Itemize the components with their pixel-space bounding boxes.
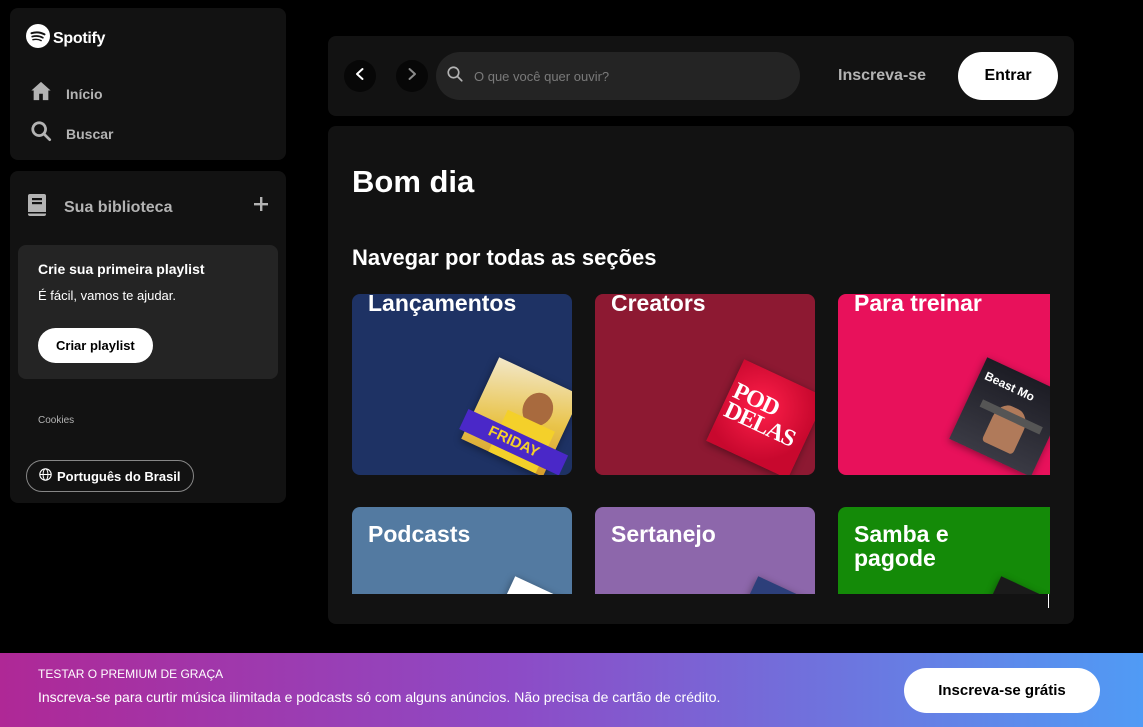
- page-title: Bom dia: [352, 164, 475, 199]
- browse-grid: Lançamentos FRIDAY Creators POD DELAS Pa…: [352, 294, 1050, 594]
- library-icon: [26, 193, 48, 222]
- text-cursor: [1048, 594, 1049, 608]
- tile-podcasts[interactable]: Podcasts: [352, 507, 572, 594]
- tile-sertanejo[interactable]: Sertanejo: [595, 507, 815, 594]
- top-bar: Inscreva-se Entrar: [328, 36, 1074, 116]
- tile-title: Podcasts: [368, 521, 471, 547]
- main-content: Bom dia Navegar por todas as seções Lanç…: [328, 126, 1074, 624]
- signup-free-button[interactable]: Inscreva-se grátis: [904, 668, 1100, 713]
- create-playlist-button[interactable]: Criar playlist: [38, 328, 153, 363]
- language-button[interactable]: Português do Brasil: [26, 460, 194, 492]
- cookies-link[interactable]: Cookies: [38, 415, 74, 426]
- create-playlist-card: Crie sua primeira playlist É fácil, vamo…: [18, 245, 278, 379]
- spotify-wordmark: Spotify: [53, 29, 106, 47]
- create-playlist-plus-icon[interactable]: [250, 193, 272, 215]
- spotify-icon: [26, 24, 50, 53]
- premium-banner[interactable]: TESTAR O PREMIUM DE GRAÇA Inscreva-se pa…: [0, 653, 1143, 727]
- cover-text: POD DELAS: [719, 378, 799, 453]
- search-icon: [446, 65, 464, 88]
- promo-title: Crie sua primeira playlist: [38, 261, 205, 277]
- tile-para-treinar[interactable]: Para treinar Beast Mo: [838, 294, 1050, 475]
- podcast-cover: POD DELAS: [706, 359, 815, 475]
- chevron-right-icon: [405, 67, 419, 86]
- library-label: Sua biblioteca: [64, 198, 173, 216]
- search-bar[interactable]: [436, 52, 800, 100]
- tile-creators[interactable]: Creators POD DELAS: [595, 294, 815, 475]
- chevron-left-icon: [353, 67, 367, 86]
- library-button[interactable]: Sua biblioteca: [26, 193, 172, 222]
- language-label: Português do Brasil: [57, 468, 181, 484]
- tile-title: Creators: [611, 294, 706, 316]
- forward-button[interactable]: [396, 60, 428, 92]
- banner-title: TESTAR O PREMIUM DE GRAÇA: [38, 667, 224, 681]
- promo-subtitle: É fácil, vamos te ajudar.: [38, 288, 177, 303]
- sertanejo-cover: [720, 576, 815, 594]
- search-icon: [30, 120, 52, 147]
- banner-text: Inscreva-se para curtir música ilimitada…: [38, 689, 721, 705]
- tile-samba-e-pagode[interactable]: Samba e pagode: [838, 507, 1050, 594]
- globe-icon: [39, 468, 52, 484]
- podcasts-cover: [477, 576, 572, 594]
- login-button[interactable]: Entrar: [958, 52, 1058, 100]
- spotify-logo[interactable]: Spotify: [26, 24, 105, 53]
- cover-text: Beast Mo: [982, 368, 1037, 405]
- tile-title: Lançamentos: [368, 294, 517, 316]
- back-button[interactable]: [344, 60, 376, 92]
- sidebar-nav-panel: Spotify Início Buscar: [10, 8, 286, 160]
- release-radar-cover: FRIDAY: [459, 357, 572, 475]
- signup-link[interactable]: Inscreva-se: [838, 67, 926, 85]
- nav-home-label: Início: [66, 85, 103, 102]
- tile-lancamentos[interactable]: Lançamentos FRIDAY: [352, 294, 572, 475]
- nav-home[interactable]: Início: [30, 80, 103, 107]
- tile-title: Para treinar: [854, 294, 982, 316]
- sidebar-library-panel: Sua biblioteca Crie sua primeira playlis…: [10, 171, 286, 503]
- section-title: Navegar por todas as seções: [352, 245, 657, 270]
- tile-title: Samba e pagode: [854, 521, 949, 571]
- nav-search-label: Buscar: [66, 125, 114, 142]
- tile-title: Sertanejo: [611, 521, 716, 547]
- samba-cover: [963, 576, 1050, 594]
- search-input[interactable]: [474, 68, 774, 84]
- nav-search[interactable]: Buscar: [30, 120, 113, 147]
- workout-cover: Beast Mo: [949, 357, 1050, 475]
- home-icon: [30, 80, 52, 107]
